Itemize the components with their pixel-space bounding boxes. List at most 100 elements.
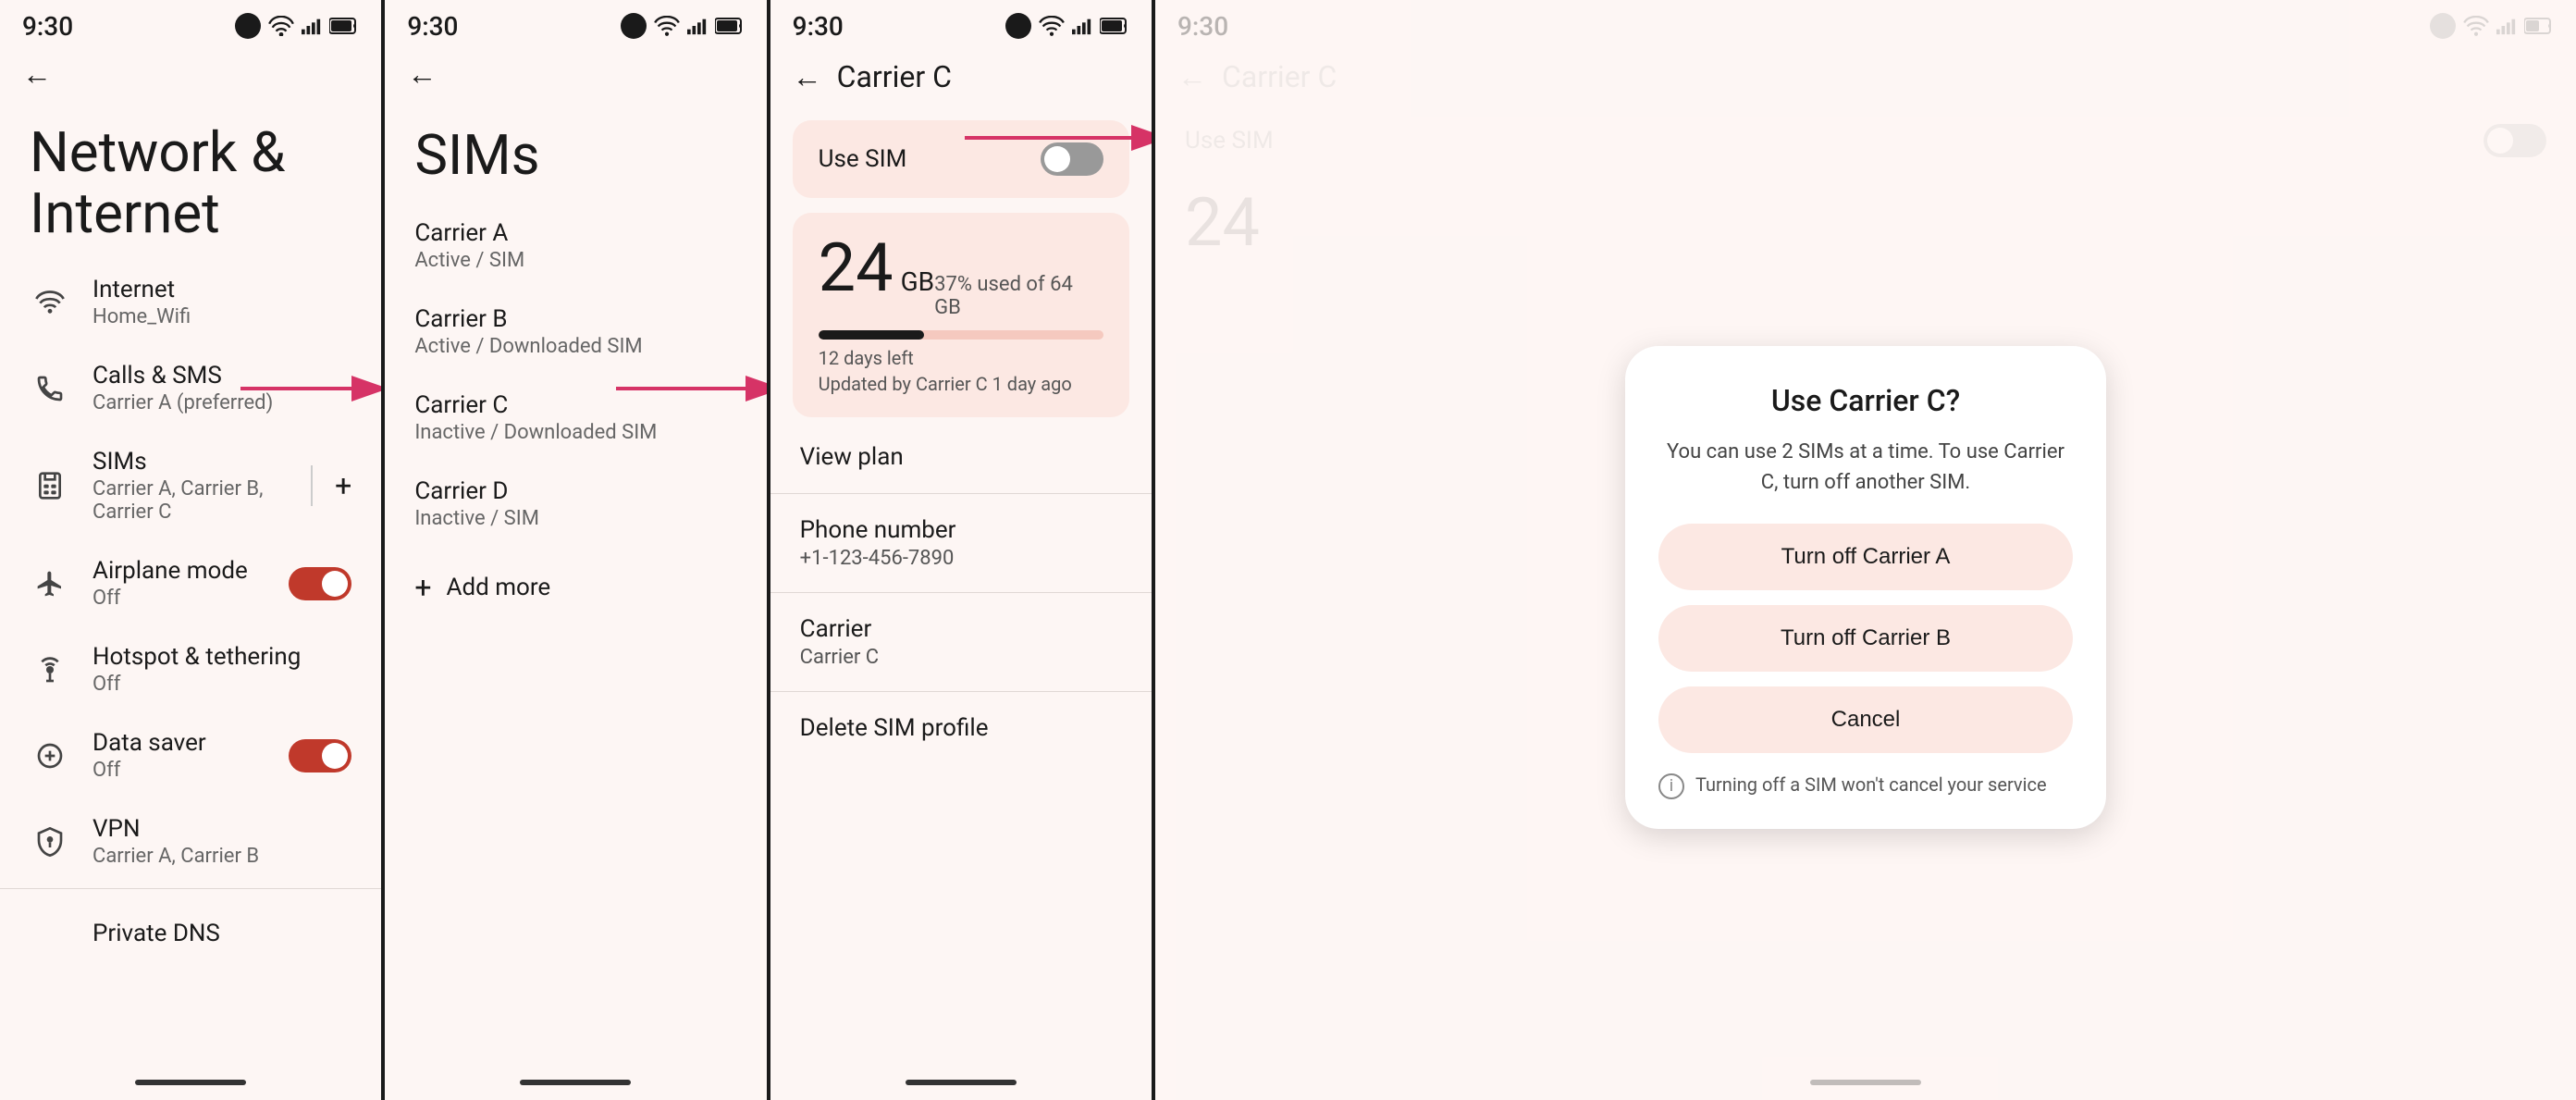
screen-network-internet: 9:30 ← Network & Internet Internet Home_… xyxy=(0,0,381,1100)
menu-item-airplane[interactable]: Airplane mode Off xyxy=(0,540,381,626)
arrow-3 xyxy=(955,124,1152,152)
screen-carrier-c: 9:30 ← Carrier C Use SIM 24 GB 37% used … xyxy=(770,0,1152,1100)
view-plan-item[interactable]: View plan xyxy=(770,425,1152,489)
screen-dialog: 9:30 ← Carrier C Use SIM 24 Use Carrier … xyxy=(1155,0,2576,1100)
vpn-icon xyxy=(30,822,70,862)
internet-title: Internet xyxy=(92,276,351,303)
arrow-1 xyxy=(231,370,381,407)
home-indicator-1 xyxy=(135,1080,246,1085)
battery-icon-3 xyxy=(1100,18,1129,34)
airplane-text: Airplane mode Off xyxy=(92,557,289,610)
turn-off-carrier-b-button[interactable]: Turn off Carrier B xyxy=(1658,605,2073,672)
internet-text: Internet Home_Wifi xyxy=(92,276,351,328)
data-saver-icon xyxy=(30,735,70,776)
phone-number-title: Phone number xyxy=(800,516,1122,544)
private-dns-title: Private DNS xyxy=(92,920,351,947)
carrier-b-name: Carrier B xyxy=(414,305,736,333)
airplane-toggle-thumb xyxy=(322,571,348,597)
camera-dot-3 xyxy=(1005,13,1031,39)
phone-number-item[interactable]: Phone number +1-123-456-7890 xyxy=(770,498,1152,588)
back-arrow-3[interactable]: ← xyxy=(793,62,822,92)
carrier-c-status: Inactive / Downloaded SIM xyxy=(414,421,736,444)
nav-bar-3: ← Carrier C xyxy=(770,48,1152,105)
carrier-title: Carrier xyxy=(800,615,1122,643)
add-more-text: Add more xyxy=(446,574,736,601)
status-time-2: 9:30 xyxy=(407,11,458,42)
arrow-2 xyxy=(607,370,766,407)
status-time-1: 9:30 xyxy=(22,11,73,42)
sims-subtitle: Carrier A, Carrier B, Carrier C xyxy=(92,477,311,524)
menu-item-internet[interactable]: Internet Home_Wifi xyxy=(0,259,381,345)
data-saver-title: Data saver xyxy=(92,729,289,757)
hotspot-title: Hotspot & tethering xyxy=(92,643,351,671)
carrier-d-item[interactable]: Carrier D Inactive / SIM xyxy=(385,461,766,547)
data-gb-number: 24 xyxy=(819,235,894,302)
cellular-icon-2 xyxy=(687,16,708,36)
data-gb-unit: GB xyxy=(901,266,935,297)
hotspot-subtitle: Off xyxy=(92,673,351,696)
use-carrier-dialog: Use Carrier C? You can use 2 SIMs at a t… xyxy=(1625,346,2106,829)
status-icons-2 xyxy=(621,13,745,39)
internet-subtitle: Home_Wifi xyxy=(92,305,351,328)
airplane-right xyxy=(289,567,351,600)
wifi-icon xyxy=(30,282,70,323)
menu-item-hotspot[interactable]: Hotspot & tethering Off xyxy=(0,626,381,712)
menu-item-data-saver[interactable]: Data saver Off xyxy=(0,712,381,798)
carrier-item[interactable]: Carrier Carrier C xyxy=(770,597,1152,687)
sims-text: SIMs Carrier A, Carrier B, Carrier C xyxy=(92,448,311,524)
add-sim-button[interactable]: + xyxy=(335,468,351,503)
status-icons-1 xyxy=(235,13,359,39)
sim-icon xyxy=(30,465,70,506)
data-card: 24 GB 37% used of 64 GB 12 days left Upd… xyxy=(793,213,1129,417)
info-icon: i xyxy=(1658,773,1684,799)
dialog-subtitle: You can use 2 SIMs at a time. To use Car… xyxy=(1658,437,2073,498)
battery-icon-2 xyxy=(715,18,745,34)
view-plan-title: View plan xyxy=(800,443,1122,471)
back-arrow-1[interactable]: ← xyxy=(22,59,52,89)
home-indicator-3 xyxy=(906,1080,1017,1085)
carrier-d-text: Carrier D Inactive / SIM xyxy=(414,477,736,530)
data-progress-fill xyxy=(819,330,924,340)
airplane-subtitle: Off xyxy=(92,587,289,610)
airplane-title: Airplane mode xyxy=(92,557,289,585)
wifi-signal-icon-2 xyxy=(654,16,680,36)
data-saver-toggle-thumb xyxy=(322,743,348,769)
add-more-plus-icon: + xyxy=(414,570,431,605)
menu-item-private-dns[interactable]: Private DNS xyxy=(0,893,381,974)
phone-number-value: +1-123-456-7890 xyxy=(800,547,1122,570)
carrier-a-item[interactable]: Carrier A Active / SIM xyxy=(385,203,766,289)
status-bar-2: 9:30 xyxy=(385,0,766,48)
add-more-item[interactable]: + Add more xyxy=(385,547,766,628)
back-arrow-2[interactable]: ← xyxy=(407,59,437,89)
nav-bar-1: ← xyxy=(0,48,381,100)
carrier-d-status: Inactive / SIM xyxy=(414,507,736,530)
menu-item-sims[interactable]: SIMs Carrier A, Carrier B, Carrier C + xyxy=(0,431,381,540)
turn-off-carrier-a-button[interactable]: Turn off Carrier A xyxy=(1658,524,2073,590)
carrier-a-text: Carrier A Active / SIM xyxy=(414,219,736,272)
carrier-b-item[interactable]: Carrier B Active / Downloaded SIM xyxy=(385,289,766,375)
section-divider-1 xyxy=(0,888,381,889)
hotspot-icon xyxy=(30,649,70,690)
carrier-b-text: Carrier B Active / Downloaded SIM xyxy=(414,305,736,358)
delete-sim-item[interactable]: Delete SIM profile xyxy=(770,696,1152,760)
data-saver-subtitle: Off xyxy=(92,759,289,782)
divider xyxy=(311,465,313,506)
menu-item-vpn[interactable]: VPN Carrier A, Carrier B xyxy=(0,798,381,884)
cancel-button[interactable]: Cancel xyxy=(1658,686,2073,753)
hotspot-text: Hotspot & tethering Off xyxy=(92,643,351,696)
screen-sims: 9:30 ← SIMs Carrier A Active / SIM Carri… xyxy=(385,0,766,1100)
home-indicator-2 xyxy=(520,1080,631,1085)
wifi-signal-icon xyxy=(268,16,294,36)
private-dns-text: Private DNS xyxy=(30,920,351,947)
vpn-title: VPN xyxy=(92,815,351,843)
data-days-left: 12 days left xyxy=(819,347,1103,369)
delete-sim-title: Delete SIM profile xyxy=(800,714,1122,742)
status-time-3: 9:30 xyxy=(793,11,844,42)
nav-bar-2: ← xyxy=(385,48,766,100)
cellular-icon-3 xyxy=(1072,16,1092,36)
airplane-toggle[interactable] xyxy=(289,567,351,600)
phone-icon xyxy=(30,368,70,409)
status-bar-3: 9:30 xyxy=(770,0,1152,48)
data-saver-toggle[interactable] xyxy=(289,739,351,772)
sims-title: SIMs xyxy=(92,448,311,476)
